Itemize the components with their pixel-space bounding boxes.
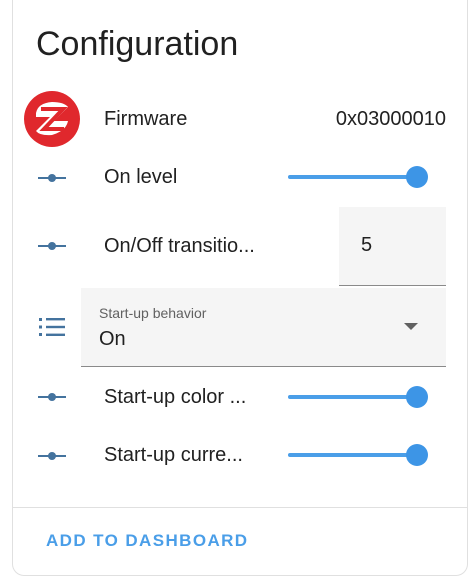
- slider-thumb[interactable]: [406, 166, 428, 188]
- card-title: Configuration: [36, 25, 239, 63]
- start-up-behavior-select[interactable]: Start-up behavior On: [81, 288, 446, 367]
- card-actions-divider: [12, 507, 468, 508]
- on-off-transition-input[interactable]: 5: [339, 207, 446, 286]
- start-up-current-slider[interactable]: [288, 443, 428, 467]
- on-off-transition-label: On/Off transitio...: [104, 235, 255, 257]
- zigbee-logo-icon: [24, 91, 80, 147]
- select-value: On: [99, 328, 126, 350]
- slider-handle-icon: [36, 158, 68, 198]
- firmware-value: 0x03000010: [335, 108, 446, 130]
- start-up-current-label: Start-up curre...: [104, 444, 243, 466]
- slider-handle-icon: [36, 226, 68, 266]
- slider-track: [288, 175, 416, 179]
- add-to-dashboard-button[interactable]: ADD TO DASHBOARD: [46, 531, 248, 551]
- on-off-transition-value: 5: [361, 234, 373, 256]
- dropdown-arrow-icon[interactable]: [404, 323, 418, 330]
- on-level-label: On level: [104, 166, 178, 188]
- slider-handle-icon: [36, 377, 68, 417]
- slider-thumb[interactable]: [406, 386, 428, 408]
- slider-track: [288, 395, 416, 399]
- start-up-color-slider[interactable]: [288, 385, 428, 409]
- slider-thumb[interactable]: [406, 444, 428, 466]
- select-floating-label: Start-up behavior: [99, 305, 207, 321]
- firmware-label: Firmware: [104, 108, 188, 130]
- slider-handle-icon: [36, 436, 68, 476]
- slider-track: [288, 453, 416, 457]
- on-level-slider[interactable]: [288, 165, 428, 189]
- start-up-color-label: Start-up color ...: [104, 386, 247, 408]
- list-icon: [36, 307, 68, 347]
